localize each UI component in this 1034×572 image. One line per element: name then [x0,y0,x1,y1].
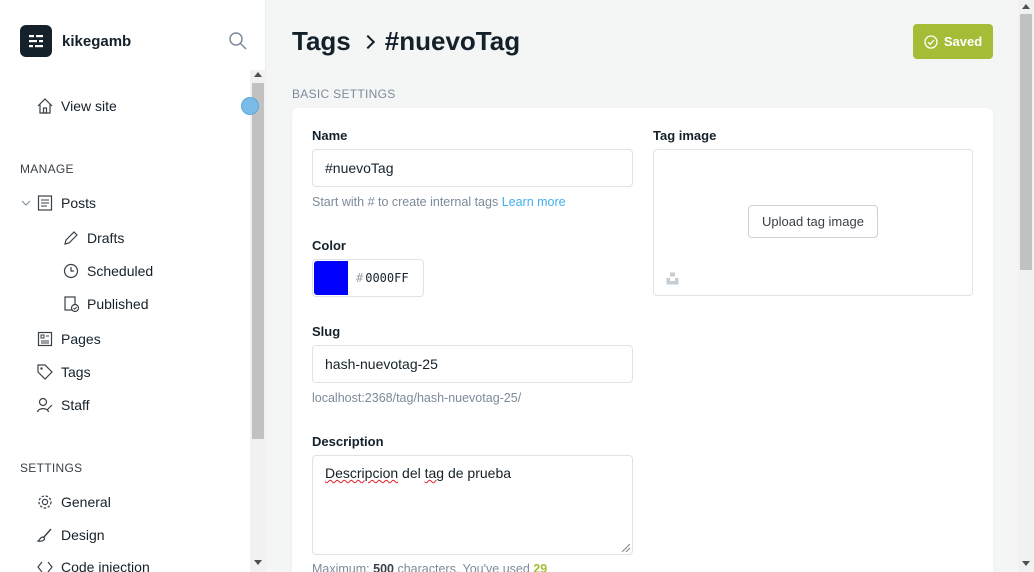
sidebar-item-view-site[interactable]: View site [36,97,117,115]
slug-value: hash-nuevotag-25 [325,356,438,372]
unsplash-icon[interactable] [666,272,679,285]
desc-used: 29 [533,562,548,572]
sidebar-item-label: Published [87,296,149,312]
description-word-misspelled: tag [424,465,445,481]
name-label: Name [312,128,348,143]
brush-icon [36,528,52,542]
sidebar-item-staff[interactable]: Staff [36,396,90,414]
published-icon [64,296,80,313]
scroll-up-arrow-icon[interactable] [254,72,262,77]
check-circle-icon [924,34,938,49]
sidebar-item-label: Pages [61,331,101,347]
upload-label: Upload tag image [762,214,864,229]
desc-used-prefix: characters. You've used [393,562,534,572]
color-swatch[interactable] [314,261,348,295]
description-text: de prueba [444,465,512,481]
basic-settings-card: Name #nuevoTag Start with # to create in… [292,108,993,572]
sidebar-item-label: General [61,494,111,510]
slug-label: Slug [312,324,341,339]
sidebar: kikegamb View site MANAGE Posts Drafts S… [0,0,266,572]
posts-icon [37,195,53,211]
saved-label: Saved [943,34,983,49]
color-value: 0000FF [365,271,409,285]
page-scrollbar-thumb[interactable] [1020,14,1032,270]
name-hint-text: Start with # to create internal tags [312,195,499,209]
saved-button[interactable]: Saved [913,24,993,59]
sidebar-item-code-injection[interactable]: Code injection [36,558,150,572]
sidebar-item-label: Scheduled [87,263,154,279]
sidebar-item-posts[interactable]: Posts [20,194,96,212]
color-field[interactable]: # 0000FF [312,259,424,297]
desc-max: 500 [373,562,394,572]
tag-image-label: Tag image [653,128,717,143]
sidebar-item-general[interactable]: General [36,493,111,511]
sidebar-item-label: View site [61,98,117,114]
brand[interactable]: kikegamb [20,25,131,57]
pencil-icon [64,231,78,245]
sidebar-item-published[interactable]: Published [62,295,149,313]
scroll-down-arrow-icon[interactable] [254,560,262,565]
name-value: #nuevoTag [325,160,394,176]
description-text: del [398,465,425,481]
color-label: Color [312,238,346,253]
sidebar-scrollbar-thumb[interactable] [252,83,264,439]
page-scroll-down-arrow-icon[interactable] [1022,561,1030,566]
sidebar-item-label: Drafts [87,230,125,246]
slug-field[interactable]: hash-nuevotag-25 [312,345,633,383]
clock-icon [63,263,79,279]
ghost-logo-icon [29,35,43,48]
desc-max-prefix: Maximum: [312,562,374,572]
sidebar-item-drafts[interactable]: Drafts [62,229,124,247]
chevron-right-icon [360,34,375,49]
tag-icon [37,364,53,380]
sidebar-item-label: Code injection [61,559,150,572]
cursor-indicator [241,97,259,115]
page-scroll-up-arrow-icon[interactable] [1022,4,1030,9]
code-icon [37,561,53,572]
sidebar-item-label: Design [61,527,105,543]
description-field[interactable]: Descripcion del tag de prueba [312,455,633,555]
sidebar-item-tags[interactable]: Tags [36,363,91,381]
pages-icon [37,331,53,347]
section-label: BASIC SETTINGS [292,87,396,101]
upload-tag-image-button[interactable]: Upload tag image [748,205,878,238]
chevron-down-icon[interactable] [20,197,32,209]
sidebar-item-design[interactable]: Design [36,526,105,544]
learn-more-link[interactable]: Learn more [502,195,566,209]
home-icon [37,98,53,114]
sidebar-item-scheduled[interactable]: Scheduled [62,262,153,280]
breadcrumb: Tags #nuevoTag [292,26,520,57]
settings-heading: SETTINGS [20,461,83,475]
sidebar-item-label: Posts [61,195,97,211]
breadcrumb-tags-link[interactable]: Tags [292,26,351,57]
sidebar-nav: View site MANAGE Posts Drafts Scheduled … [0,70,250,572]
resize-handle-icon[interactable] [622,544,630,552]
description-hint: Maximum: 500 characters. You've used 29 [312,562,547,572]
page-title: #nuevoTag [384,26,521,56]
site-logo [20,25,52,57]
name-hint: Start with # to create internal tags Lea… [312,195,566,209]
gear-icon [38,495,52,509]
search-icon[interactable] [228,31,248,51]
description-label: Description [312,434,384,449]
name-field[interactable]: #nuevoTag [312,149,633,187]
manage-heading: MANAGE [20,162,74,176]
site-name: kikegamb [62,32,132,50]
slug-url: localhost:2368/tag/hash-nuevotag-25/ [312,391,522,405]
tag-image-dropzone[interactable]: Upload tag image [653,149,973,296]
main-content: Tags #nuevoTag Saved BASIC SETTINGS Name… [267,0,1018,572]
sidebar-item-label: Tags [61,364,91,380]
sidebar-item-pages[interactable]: Pages [36,330,101,348]
sidebar-item-label: Staff [61,397,90,413]
color-hash: # [356,271,364,285]
description-word-misspelled: Descripcion [325,465,399,481]
staff-icon [36,397,53,413]
